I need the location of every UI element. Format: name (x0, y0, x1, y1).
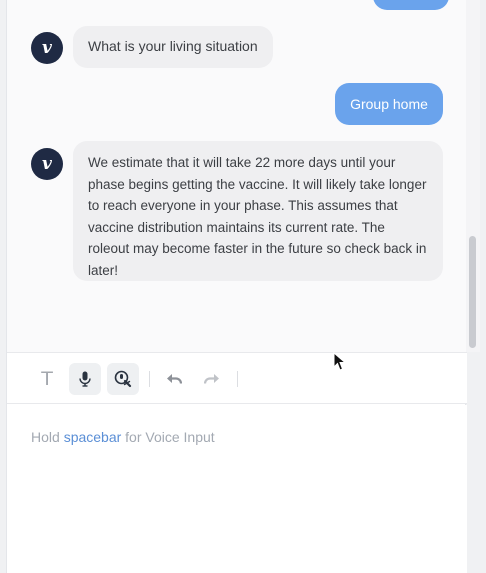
toolbar-divider (237, 371, 238, 387)
microphone-button[interactable] (69, 363, 101, 395)
undo-icon (167, 374, 182, 384)
bot-avatar: v (31, 32, 63, 64)
bot-avatar: v (31, 148, 63, 180)
redo-icon (204, 374, 219, 384)
input-toolbar: T (7, 352, 467, 404)
redo-button[interactable] (196, 363, 228, 395)
bot-message: What is your living situation (73, 26, 273, 68)
hint-spacebar-key: spacebar (63, 429, 122, 445)
chat-scrollbar[interactable] (466, 0, 480, 352)
bot-message-text: What is your living situation (88, 38, 258, 54)
previous-user-bubble (373, 0, 449, 10)
voice-chat-button[interactable] (107, 363, 139, 395)
voice-input-hint: Hold spacebar for Voice Input (31, 429, 215, 445)
microphone-icon (79, 371, 91, 387)
text-icon: T (41, 368, 53, 390)
hint-prefix: Hold (31, 429, 64, 445)
hint-suffix: for Voice Input (121, 429, 215, 445)
user-message: Group home (335, 83, 443, 125)
chat-scrollbar-thumb[interactable] (469, 236, 476, 348)
chat-transcript[interactable]: v What is your living situation Group ho… (7, 0, 467, 352)
undo-button[interactable] (158, 363, 190, 395)
chat-panel: v What is your living situation Group ho… (6, 0, 467, 573)
bot-message: We estimate that it will take 22 more da… (73, 141, 443, 281)
user-message-text: Group home (350, 96, 428, 112)
text-mode-button[interactable]: T (31, 363, 63, 395)
bot-avatar-letter: v (42, 38, 52, 58)
voice-chat-icon (114, 370, 132, 388)
toolbar-divider (149, 371, 150, 387)
bot-message-text: We estimate that it will take 22 more da… (88, 155, 427, 278)
mouse-cursor-icon (333, 352, 347, 371)
message-input-area[interactable]: Hold spacebar for Voice Input (7, 405, 467, 573)
bot-avatar-letter: v (42, 154, 52, 174)
